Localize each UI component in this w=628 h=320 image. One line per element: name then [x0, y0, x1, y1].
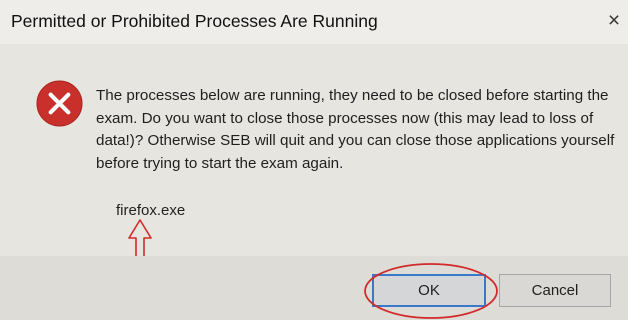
- process-list-item: firefox.exe: [116, 202, 186, 219]
- dialog-content: The processes below are running, they ne…: [0, 44, 628, 256]
- ok-highlight-ellipse: [364, 263, 498, 319]
- title-bar: Permitted or Prohibited Processes Are Ru…: [0, 0, 628, 44]
- error-icon: [36, 80, 83, 127]
- seb-process-dialog: Permitted or Prohibited Processes Are Ru…: [0, 0, 628, 320]
- window-title: Permitted or Prohibited Processes Are Ru…: [11, 11, 378, 31]
- close-button[interactable]: ×: [604, 10, 624, 32]
- dialog-message: The processes below are running, they ne…: [96, 87, 615, 172]
- cancel-button[interactable]: Cancel: [499, 274, 611, 307]
